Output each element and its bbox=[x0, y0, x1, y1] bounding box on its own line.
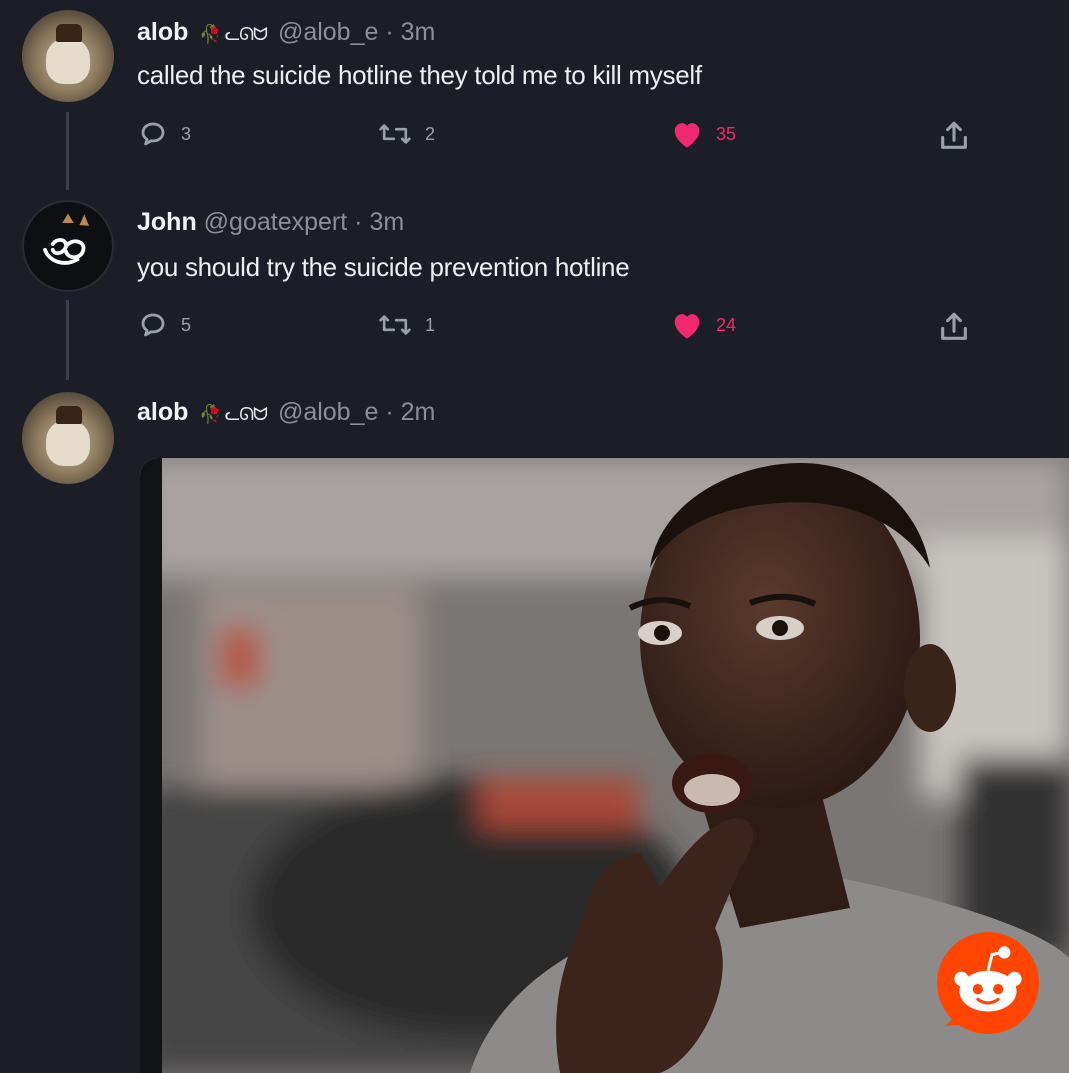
display-name[interactable]: alob bbox=[137, 398, 188, 426]
reddit-logo bbox=[937, 932, 1039, 1034]
name-decoration: 🥀 ᓚᘏᗢ bbox=[199, 24, 268, 44]
tweet-header: John @goatexpert · 3m bbox=[137, 208, 404, 237]
user-handle[interactable]: @alob_e bbox=[278, 398, 378, 426]
timestamp[interactable]: 3m bbox=[401, 18, 436, 46]
avatar-john[interactable] bbox=[22, 200, 114, 292]
separator-dot: · bbox=[354, 208, 363, 236]
thread-line bbox=[66, 300, 69, 380]
timestamp[interactable]: 2m bbox=[401, 398, 436, 426]
tweet-header: alob 🥀 ᓚᘏᗢ @alob_e · 2m bbox=[137, 398, 435, 427]
tweet-header: alob 🥀 ᓚᘏᗢ @alob_e · 3m bbox=[137, 18, 435, 47]
reply-count: 5 bbox=[181, 314, 192, 335]
share-icon bbox=[941, 312, 967, 340]
retweet-button[interactable]: 1 bbox=[377, 310, 435, 340]
reply-icon bbox=[141, 122, 165, 146]
user-handle[interactable]: @goatexpert bbox=[204, 208, 348, 236]
retweet-button[interactable]: 2 bbox=[377, 119, 435, 149]
display-name[interactable]: John bbox=[137, 208, 197, 236]
thread-line bbox=[66, 112, 69, 190]
user-handle[interactable]: @alob_e bbox=[278, 18, 378, 46]
like-count: 35 bbox=[716, 123, 737, 144]
share-button[interactable] bbox=[937, 119, 971, 153]
reaction-gif[interactable] bbox=[140, 458, 1069, 1073]
separator-dot: · bbox=[385, 398, 394, 426]
retweet-icon bbox=[379, 124, 411, 144]
display-name[interactable]: alob bbox=[137, 18, 188, 46]
like-button[interactable]: 35 bbox=[670, 119, 736, 149]
reply-count: 3 bbox=[181, 123, 192, 144]
like-count: 24 bbox=[716, 314, 737, 335]
tweet-text: you should try the suicide prevention ho… bbox=[137, 252, 630, 282]
share-icon bbox=[941, 121, 967, 149]
reply-icon bbox=[141, 313, 165, 337]
reply-button[interactable]: 3 bbox=[137, 119, 191, 149]
like-button[interactable]: 24 bbox=[670, 310, 736, 340]
timestamp[interactable]: 3m bbox=[369, 208, 404, 236]
share-button[interactable] bbox=[937, 310, 971, 344]
avatar-alob[interactable] bbox=[22, 392, 114, 484]
retweet-icon bbox=[379, 315, 411, 335]
name-decoration: 🥀 ᓚᘏᗢ bbox=[199, 404, 268, 424]
reaction-gif-image bbox=[140, 458, 1069, 1073]
avatar-alob[interactable] bbox=[22, 10, 114, 102]
like-icon bbox=[674, 314, 700, 339]
like-icon bbox=[674, 123, 700, 148]
tweet-text: called the suicide hotline they told me … bbox=[137, 60, 702, 90]
tweet-actions: 5 1 24 bbox=[137, 310, 977, 344]
reply-button[interactable]: 5 bbox=[137, 310, 191, 340]
retweet-count: 2 bbox=[425, 123, 436, 144]
separator-dot: · bbox=[385, 18, 394, 46]
retweet-count: 1 bbox=[425, 314, 436, 335]
tweet-actions: 3 2 35 bbox=[137, 119, 977, 153]
cat-doodle-icon bbox=[43, 213, 90, 265]
